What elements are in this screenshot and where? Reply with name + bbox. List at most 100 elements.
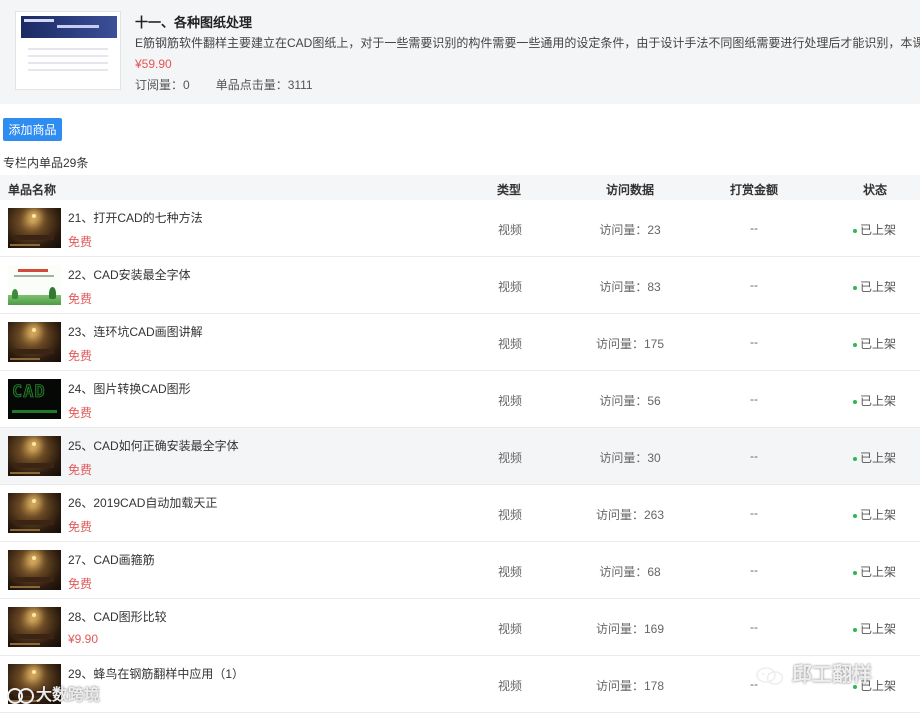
subscription-count: 订阅量：0: [135, 78, 190, 92]
row-type: 视频: [498, 679, 523, 693]
watermark-left-text: 大数跨境: [36, 687, 101, 704]
column-price: ¥59.90: [135, 57, 172, 71]
row-visits: 访问量：175: [595, 337, 665, 351]
row-price: ¥9.90: [68, 632, 99, 646]
row-status-text: 已上架: [860, 565, 897, 579]
row-status: 已上架: [853, 392, 896, 409]
row-visits: 访问量：83: [599, 280, 661, 294]
row-title[interactable]: 28、CAD图形比较: [68, 608, 167, 625]
row-thumbnail[interactable]: [8, 436, 61, 476]
row-status: 已上架: [853, 620, 896, 637]
row-reward: --: [750, 278, 758, 292]
row-thumbnail[interactable]: [8, 493, 61, 533]
row-status: 已上架: [853, 563, 896, 580]
row-reward: --: [750, 335, 758, 349]
row-type: 视频: [498, 622, 523, 636]
row-title[interactable]: 22、CAD安装最全字体: [68, 266, 191, 283]
row-title[interactable]: 26、2019CAD自动加载天正: [68, 494, 217, 511]
table-row[interactable]: 23、连环坑CAD画图讲解 免费 视频 访问量：175 -- 已上架: [0, 314, 920, 371]
status-dot-icon: [853, 513, 857, 518]
row-title[interactable]: 23、连环坑CAD画图讲解: [68, 323, 203, 340]
row-reward: --: [750, 392, 758, 406]
row-visits: 访问量：178: [595, 679, 665, 693]
status-dot-icon: [853, 627, 857, 632]
row-type: 视频: [498, 508, 523, 522]
product-count-text: 专栏内单品29条: [3, 156, 89, 170]
table-row[interactable]: 22、CAD安装最全字体 免费 视频 访问量：83 -- 已上架: [0, 257, 920, 314]
row-title[interactable]: 24、图片转换CAD图形: [68, 380, 191, 397]
row-status-text: 已上架: [860, 451, 897, 465]
row-status-text: 已上架: [860, 622, 897, 636]
status-dot-icon: [853, 399, 857, 404]
row-price: 免费: [68, 406, 93, 420]
row-title[interactable]: 27、CAD画箍筋: [68, 551, 155, 568]
row-visits: 访问量：68: [599, 565, 661, 579]
table-row[interactable]: 21、打开CAD的七种方法 免费 视频 访问量：23 -- 已上架: [0, 200, 920, 257]
row-thumbnail[interactable]: CAD: [8, 379, 61, 419]
table-row[interactable]: 25、CAD如何正确安装最全字体 免费 视频 访问量：30 -- 已上架: [0, 428, 920, 485]
row-type: 视频: [498, 565, 523, 579]
row-visits: 访问量：23: [599, 223, 661, 237]
row-price: 免费: [68, 577, 93, 591]
row-status-text: 已上架: [860, 508, 897, 522]
row-reward: --: [750, 620, 758, 634]
product-table: 单品名称 类型 访问数据 打赏金额 状态 21、打开CAD的七种方法 免费 视频 访问…: [0, 175, 920, 713]
column-stats: 订阅量：0 单品点击量：3111: [135, 76, 313, 93]
row-price: 免费: [68, 292, 93, 306]
row-reward: --: [750, 449, 758, 463]
row-thumbnail[interactable]: [8, 208, 61, 248]
row-price: 免费: [68, 463, 93, 477]
status-dot-icon: [853, 456, 857, 461]
watermark-right: 邱工翻样: [756, 658, 872, 686]
row-status: 已上架: [853, 506, 896, 523]
header-reward: 打赏金额: [730, 183, 779, 197]
row-thumbnail[interactable]: [8, 322, 61, 362]
table-header: 单品名称 类型 访问数据 打赏金额 状态: [0, 175, 920, 200]
row-reward: --: [750, 506, 758, 520]
table-row[interactable]: 26、2019CAD自动加载天正 免费 视频 访问量：263 -- 已上架: [0, 485, 920, 542]
table-body: 21、打开CAD的七种方法 免费 视频 访问量：23 -- 已上架 22、CAD安装最全字体…: [0, 200, 920, 713]
row-visits: 访问量：263: [595, 508, 665, 522]
row-title[interactable]: 21、打开CAD的七种方法: [68, 209, 203, 226]
row-thumbnail[interactable]: [8, 550, 61, 590]
row-status-text: 已上架: [860, 394, 897, 408]
header-visits: 访问数据: [606, 183, 655, 197]
brand-logo-icon: [6, 686, 36, 706]
row-price: 免费: [68, 349, 93, 363]
row-status: 已上架: [853, 335, 896, 352]
row-type: 视频: [498, 394, 523, 408]
row-price: 免费: [68, 520, 93, 534]
watermark-right-text: 邱工翻样: [792, 664, 872, 686]
status-dot-icon: [853, 342, 857, 347]
status-dot-icon: [853, 228, 857, 233]
table-row[interactable]: CAD 24、图片转换CAD图形 免费 视频 访问量：56 -- 已上架: [0, 371, 920, 428]
row-status-text: 已上架: [860, 280, 897, 294]
row-thumbnail[interactable]: [8, 265, 61, 305]
wechat-icon: [756, 666, 784, 686]
watermark-left: 大数跨境: [6, 681, 100, 706]
row-thumbnail[interactable]: [8, 607, 61, 647]
column-title[interactable]: 十一、各种图纸处理: [135, 12, 252, 31]
header-name: 单品名称: [8, 183, 57, 197]
status-dot-icon: [853, 285, 857, 290]
row-type: 视频: [498, 451, 523, 465]
row-visits: 访问量：56: [599, 394, 661, 408]
header-type: 类型: [497, 183, 522, 197]
row-visits: 访问量：169: [595, 622, 665, 636]
header-status: 状态: [863, 183, 888, 197]
row-reward: --: [750, 563, 758, 577]
row-type: 视频: [498, 280, 523, 294]
row-title[interactable]: 29、蜂鸟在钢筋翻样中应用（1）: [68, 665, 244, 682]
table-row[interactable]: 28、CAD图形比较 ¥9.90 视频 访问量：169 -- 已上架: [0, 599, 920, 656]
row-title[interactable]: 25、CAD如何正确安装最全字体: [68, 437, 239, 454]
row-status: 已上架: [853, 221, 896, 238]
row-status: 已上架: [853, 278, 896, 295]
row-type: 视频: [498, 337, 523, 351]
add-product-button[interactable]: 添加商品: [3, 118, 62, 141]
row-reward: --: [750, 221, 758, 235]
row-type: 视频: [498, 223, 523, 237]
row-status-text: 已上架: [860, 337, 897, 351]
table-row[interactable]: 27、CAD画箍筋 免费 视频 访问量：68 -- 已上架: [0, 542, 920, 599]
column-cover-image[interactable]: [15, 11, 121, 90]
status-dot-icon: [853, 570, 857, 575]
